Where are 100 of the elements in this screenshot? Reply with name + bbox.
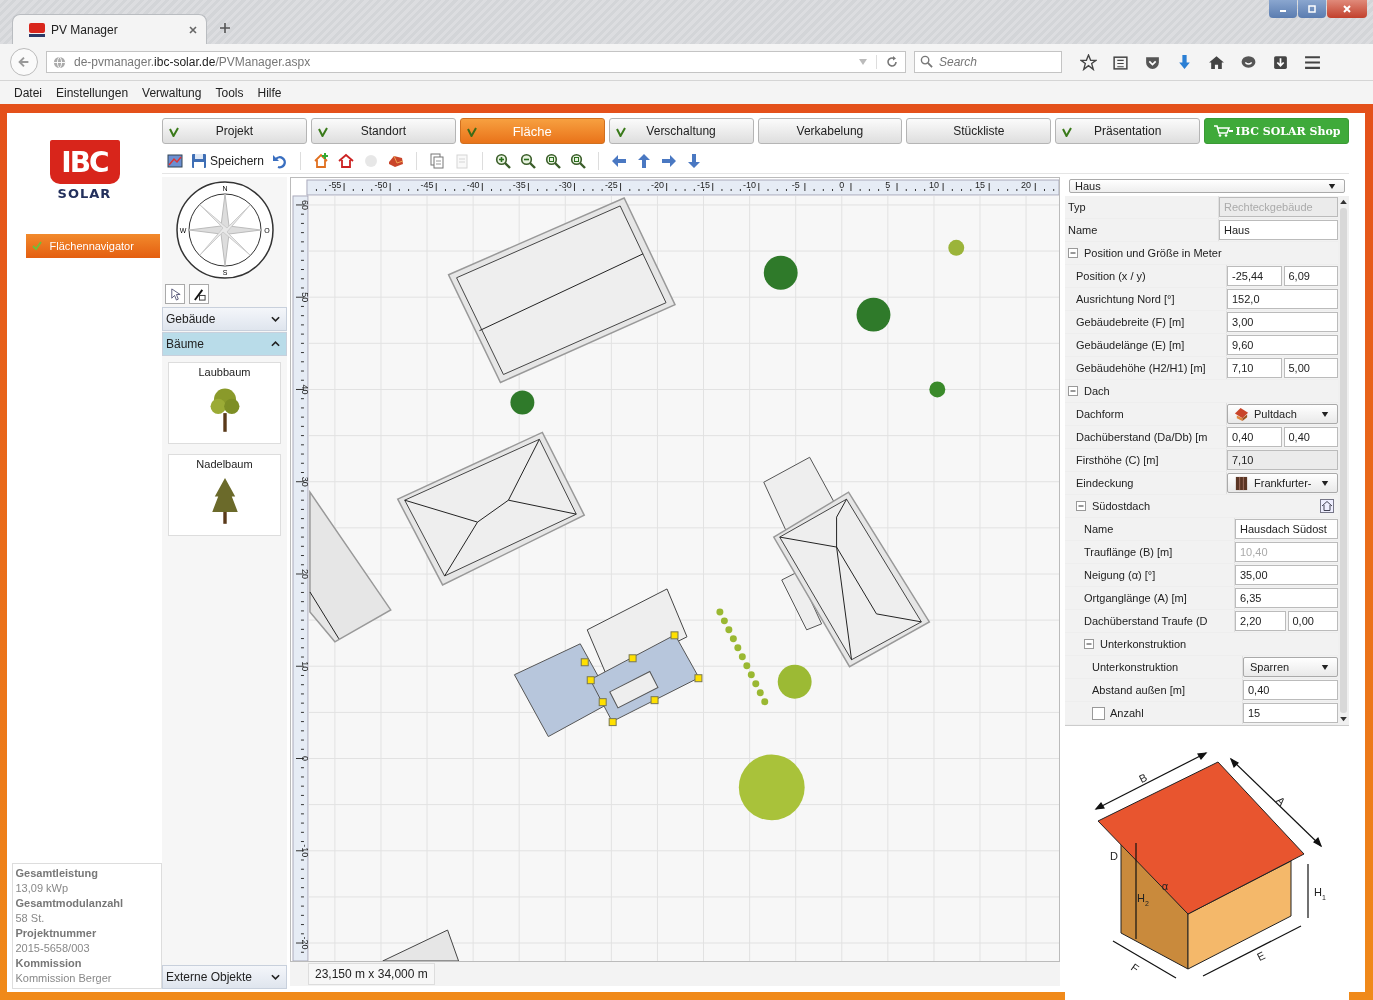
ruler-label: 60 — [299, 199, 310, 210]
accordion-header[interactable]: Externe Objekte — [162, 965, 287, 989]
step-tab[interactable]: Stückliste — [906, 118, 1052, 144]
building-drawing[interactable] — [447, 197, 676, 384]
remove-house-icon[interactable] — [337, 151, 356, 170]
select-field[interactable]: Frankfurter- — [1227, 473, 1338, 493]
reload-icon[interactable] — [876, 55, 899, 69]
new-tab-icon[interactable] — [219, 22, 231, 34]
close-button[interactable] — [1327, 0, 1367, 18]
value-field[interactable]: 6,09 — [1283, 266, 1338, 286]
close-icon[interactable] — [188, 24, 198, 35]
close-icon — [1342, 4, 1352, 14]
menu-item[interactable]: Hilfe — [257, 85, 282, 100]
accordion-header[interactable]: Bäume — [162, 332, 287, 356]
step-tab[interactable]: Standort — [310, 118, 456, 144]
minimize-button[interactable] — [1269, 0, 1297, 18]
ruler-label: 0 — [299, 756, 310, 761]
value-field[interactable]: 35,00 — [1235, 565, 1338, 585]
scrollbar[interactable] — [1338, 196, 1349, 725]
checkbox[interactable] — [1092, 706, 1105, 720]
maximize-button[interactable] — [1298, 0, 1326, 18]
library-item[interactable]: Nadelbaum — [168, 454, 281, 536]
property-label: Dachform — [1076, 408, 1124, 420]
value-field[interactable]: 3,00 — [1227, 312, 1338, 332]
ruler-label: -10 — [299, 844, 310, 858]
accordion-header[interactable]: Gebäude — [162, 307, 287, 331]
value-field[interactable]: 6,35 — [1235, 588, 1338, 608]
house-icon[interactable] — [1320, 499, 1334, 513]
value-field[interactable]: 15 — [1243, 703, 1338, 723]
favicon-icon — [29, 22, 45, 37]
tree-drawing[interactable] — [763, 255, 798, 290]
property-label: Eindeckung — [1076, 477, 1134, 489]
summary-value: 2015-5658/003 — [15, 941, 91, 956]
step-tab[interactable]: Präsentation — [1055, 118, 1201, 144]
menu-item[interactable]: Tools — [215, 85, 244, 100]
object-select[interactable]: Haus — [1069, 179, 1345, 193]
property-label: Abstand außen [m] — [1092, 684, 1185, 696]
zoom-out-icon[interactable] — [519, 151, 538, 170]
property-label: Ausrichtung Nord [°] — [1076, 293, 1175, 305]
menu-item[interactable]: Datei — [14, 85, 42, 100]
value-field[interactable]: 7,10 — [1227, 358, 1282, 378]
search-field[interactable]: Search — [914, 51, 1062, 73]
chevron-down-icon — [271, 316, 280, 322]
menu-item[interactable]: Einstellungen — [56, 85, 129, 100]
value-field[interactable]: 7,10 — [1227, 450, 1338, 470]
value-field[interactable]: 0,40 — [1227, 427, 1282, 447]
value-field[interactable]: 2,20 — [1235, 611, 1286, 631]
zoom-fit-icon[interactable] — [544, 151, 563, 170]
save-page-icon[interactable] — [1272, 53, 1289, 71]
property-label: Name — [1084, 523, 1114, 535]
value-field[interactable]: 0,00 — [1287, 611, 1338, 631]
value-field[interactable]: -25,44 — [1227, 266, 1282, 286]
copy-icon[interactable] — [428, 151, 447, 170]
zoom-selection-icon[interactable] — [569, 151, 588, 170]
collapse-toggle-icon[interactable] — [1068, 248, 1078, 258]
building-drawing[interactable] — [309, 489, 392, 643]
ruler-label: 5 — [885, 180, 891, 190]
address-bar[interactable]: de-pvmanager.ibc-solar.de/PVManager.aspx — [46, 51, 906, 73]
map-icon[interactable] — [166, 151, 184, 170]
value-field[interactable]: 9,60 — [1227, 335, 1338, 355]
value-field[interactable]: 0,40 — [1283, 427, 1338, 447]
add-house-icon[interactable] — [312, 151, 331, 170]
menu-item[interactable]: Verwaltung — [142, 85, 202, 100]
chat-icon[interactable] — [1240, 53, 1257, 71]
collapse-toggle-icon[interactable] — [1076, 501, 1086, 511]
browser-tab[interactable]: PV Manager — [12, 14, 207, 44]
property-label: Gebäudelänge (E) [m] — [1076, 339, 1185, 351]
step-tab[interactable]: Verschaltung — [608, 118, 754, 144]
menu-icon[interactable] — [1304, 53, 1321, 71]
star-icon[interactable] — [1080, 53, 1097, 71]
value-field[interactable]: 5,00 — [1283, 358, 1338, 378]
pointer-icon[interactable] — [165, 284, 185, 304]
reading-list-icon[interactable] — [1112, 53, 1129, 71]
scroll-up-icon[interactable] — [1340, 199, 1347, 204]
save-button[interactable]: Speichern — [191, 150, 265, 171]
tree-drawing[interactable] — [929, 381, 946, 398]
value-field[interactable]: Hausdach Südost — [1235, 519, 1338, 539]
select-field[interactable]: Pultdach — [1227, 404, 1338, 424]
step-tab[interactable]: Verkabelung — [757, 118, 903, 144]
measure-icon[interactable] — [189, 284, 209, 304]
step-tab[interactable]: Projekt — [162, 118, 307, 144]
collapse-toggle-icon[interactable] — [1068, 386, 1078, 396]
back-button[interactable] — [10, 48, 38, 76]
value-field[interactable]: 152,0 — [1227, 289, 1338, 309]
home-icon[interactable] — [1208, 53, 1225, 71]
scroll-down-icon[interactable] — [1340, 717, 1347, 722]
item-label: Nadelbaum — [196, 458, 253, 470]
collapse-toggle-icon[interactable] — [1084, 639, 1094, 649]
library-item[interactable]: Laubbaum — [168, 362, 281, 444]
building-drawing[interactable] — [763, 456, 931, 668]
value-field[interactable]: 0,40 — [1243, 680, 1338, 700]
section-title: Dach — [1084, 385, 1110, 397]
tree-drawing[interactable] — [856, 297, 891, 332]
zoom-in-icon[interactable] — [494, 151, 513, 170]
summary-label: Kommission — [15, 956, 83, 971]
selected-building-drawing[interactable] — [513, 588, 703, 738]
building-drawing[interactable] — [396, 431, 586, 586]
value-field[interactable]: Haus — [1219, 220, 1338, 240]
select-field[interactable]: Sparren — [1243, 657, 1338, 677]
tree-drawing[interactable] — [510, 390, 535, 415]
